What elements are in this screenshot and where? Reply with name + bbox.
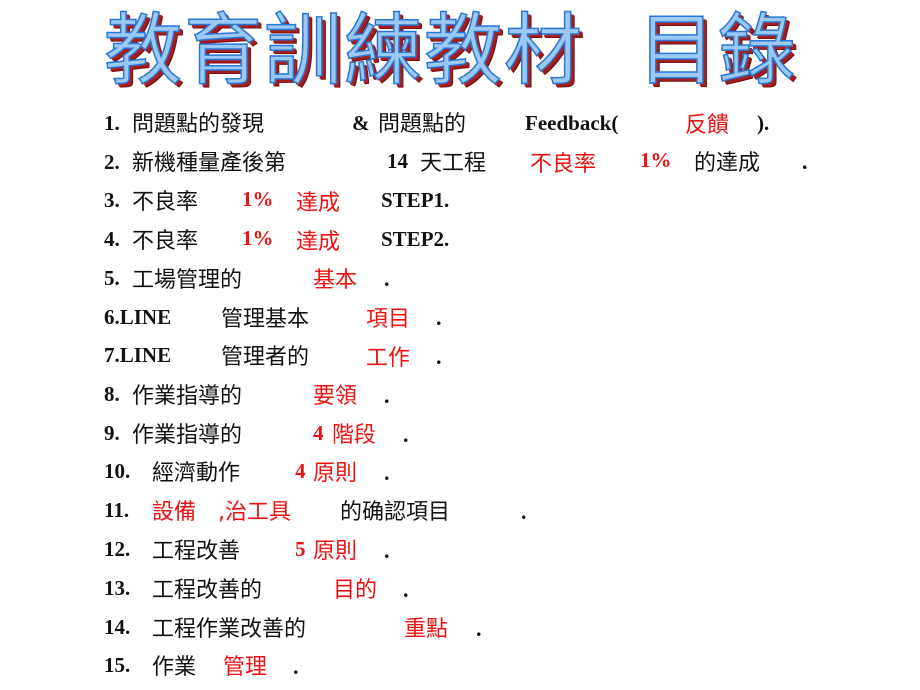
item-text: 經濟動作: [152, 461, 241, 486]
item-text: 14: [387, 149, 408, 173]
item-period: .: [802, 149, 808, 174]
item-highlight: 管理: [223, 655, 268, 680]
item-highlight: 目的: [333, 578, 378, 603]
item-period: .: [384, 383, 390, 408]
item-highlight: 設備: [152, 500, 197, 525]
item-text: 工程作業改善的: [152, 617, 307, 642]
item-text: 工程改善的: [152, 578, 263, 603]
item-highlight: 5: [295, 537, 306, 561]
item-number: 4.: [104, 227, 120, 251]
item-text: 的确認項目: [340, 500, 451, 525]
page-title: 教育訓練教材 目錄: [103, 5, 798, 97]
item-highlight: ,治工具: [218, 500, 291, 525]
item-highlight: 4: [313, 421, 324, 445]
item-highlight: 工作: [366, 346, 411, 371]
item-highlight: 達成: [296, 191, 341, 216]
item-highlight: 原則: [313, 539, 358, 564]
item-text: ).: [757, 111, 770, 135]
item-highlight: 1%: [640, 148, 672, 172]
item-highlight: 項目: [366, 307, 411, 332]
item-highlight: 1%: [242, 226, 274, 250]
item-number: 3.: [104, 188, 120, 212]
item-text: 管理基本: [221, 307, 310, 332]
item-number: 11.: [104, 498, 130, 522]
item-text: STEP2.: [381, 227, 450, 251]
item-number: 6.LINE: [104, 305, 172, 329]
item-text: STEP1.: [381, 188, 450, 212]
item-text: 工程改善: [152, 539, 241, 564]
item-text: 工場管理的: [132, 268, 243, 293]
item-period: .: [436, 344, 442, 369]
item-text: Feedback(: [525, 111, 619, 135]
item-text: 問題點的: [378, 112, 467, 137]
item-period: .: [521, 499, 527, 524]
item-period: .: [384, 266, 390, 291]
item-text: 作業指導的: [132, 384, 243, 409]
item-text: 不良率: [132, 190, 199, 215]
item-highlight: 不良率: [530, 152, 597, 177]
item-period: .: [293, 654, 299, 679]
item-highlight: 基本: [313, 268, 358, 293]
item-number: 5.: [104, 266, 120, 290]
item-highlight: 要領: [313, 384, 358, 409]
item-period: .: [436, 305, 442, 330]
item-text: 問題點的發現: [132, 112, 265, 137]
item-number: 2.: [104, 150, 120, 174]
item-text: 天工程: [420, 151, 487, 176]
item-number: 9.: [104, 421, 120, 445]
item-text: 不良率: [132, 229, 199, 254]
item-highlight: 原則: [313, 461, 358, 486]
item-text: 新機種量產後第: [132, 151, 287, 176]
item-highlight: 達成: [296, 230, 341, 255]
item-period: .: [476, 616, 482, 641]
item-period: .: [403, 422, 409, 447]
item-number: 8.: [104, 382, 120, 406]
item-highlight: 反饋: [685, 113, 730, 138]
item-number: 10.: [104, 459, 131, 483]
item-text: 的達成: [694, 151, 761, 176]
item-highlight: 4: [295, 459, 306, 483]
item-period: .: [403, 577, 409, 602]
item-number: 14.: [104, 615, 131, 639]
item-text: 作業指導的: [132, 423, 243, 448]
item-highlight: 重點: [404, 617, 449, 642]
item-number: 15.: [104, 653, 131, 677]
item-highlight: 1%: [242, 187, 274, 211]
item-period: .: [384, 538, 390, 563]
item-text: 管理者的: [221, 345, 310, 370]
item-number: 7.LINE: [104, 343, 172, 367]
item-number: 1.: [104, 111, 120, 135]
item-text: &: [352, 111, 370, 135]
item-number: 12.: [104, 537, 131, 561]
item-text: 作業: [152, 655, 197, 680]
item-period: .: [384, 460, 390, 485]
item-number: 13.: [104, 576, 131, 600]
item-highlight: 階段: [332, 423, 377, 448]
